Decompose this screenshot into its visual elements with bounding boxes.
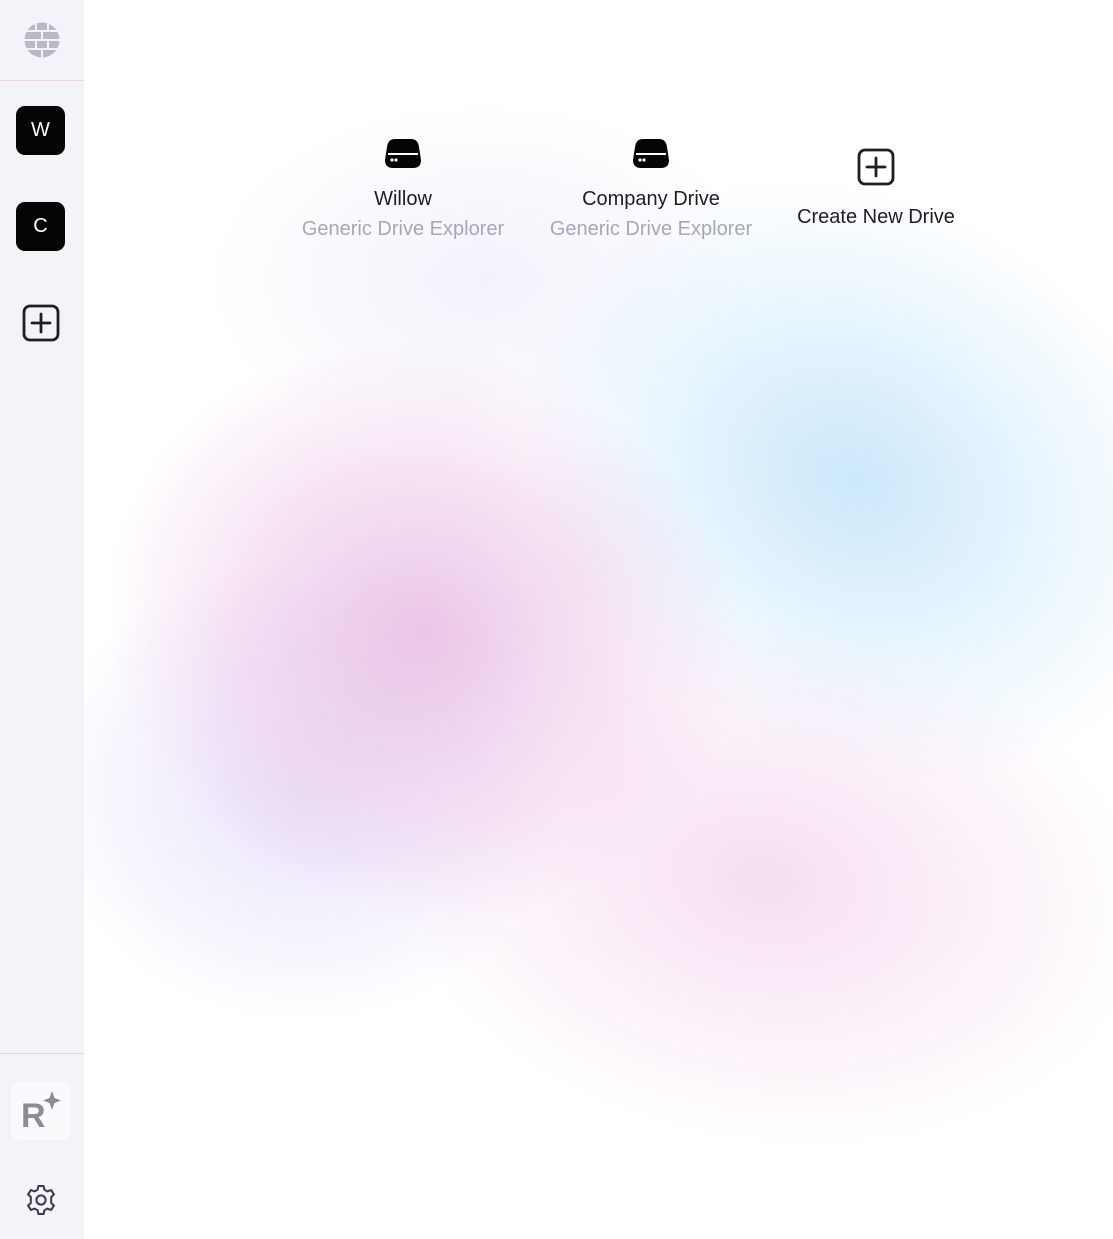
hard-drive-icon [385,139,421,168]
sidebar-footer: R [0,1053,84,1239]
hard-drive-icon [633,139,669,168]
create-new-drive-button[interactable]: Create New Drive [772,148,980,229]
create-new-drive-label: Create New Drive [797,206,955,228]
sidebar-drive-initial: W [31,119,50,141]
drive-browser: Willow Generic Drive Explorer Company Dr… [84,0,1113,1239]
globe-icon[interactable] [23,21,61,59]
drive-card-company-drive[interactable]: Company Drive Generic Drive Explorer [531,133,771,241]
drive-type: Generic Drive Explorer [301,218,505,240]
r-sparkle-logo-icon: R [21,1091,61,1133]
add-drive-button[interactable] [22,304,60,342]
drive-type: Generic Drive Explorer [549,218,753,240]
drive-card-willow[interactable]: Willow Generic Drive Explorer [283,133,523,241]
sidebar-header [0,0,84,81]
settings-gear-icon[interactable] [24,1183,58,1217]
sidebar-drive-willow[interactable]: W [16,106,65,155]
sidebar-drive-initial: C [33,215,48,237]
logo-letter: R [21,1097,46,1133]
plus-square-icon [857,148,895,186]
sidebar: W C R [0,0,84,1239]
sidebar-drive-company[interactable]: C [16,202,65,251]
app-window: W C R Willow Generic Drive Explorer Comp… [0,0,1113,1239]
drive-name: Company Drive [582,188,720,210]
drive-name: Willow [374,188,432,210]
assistant-button[interactable]: R [11,1082,71,1140]
